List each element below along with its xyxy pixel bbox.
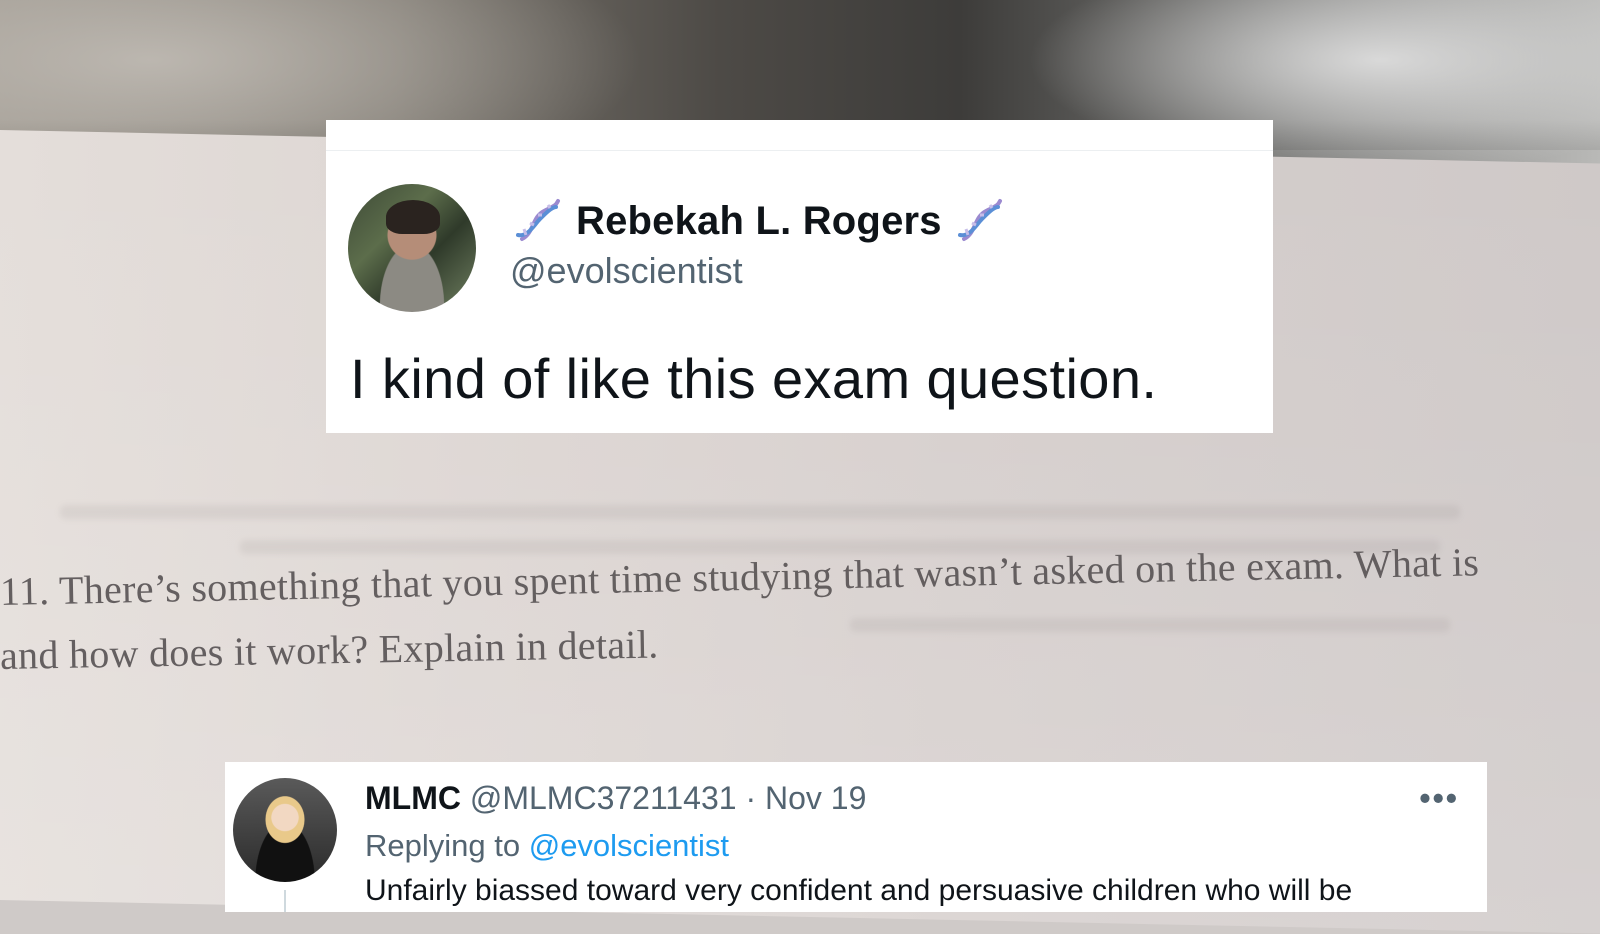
dna-icon — [957, 199, 1002, 241]
reply-author-handle[interactable]: @MLMC37211431 — [470, 780, 737, 816]
faint-bleed-through-text — [60, 505, 1460, 519]
replying-prefix: Replying to — [365, 828, 521, 863]
reply-author-name[interactable]: MLMC — [365, 780, 461, 816]
meta-separator: · — [745, 780, 757, 816]
reply-header: MLMC @MLMC37211431 · Nov 19 — [365, 780, 866, 817]
card-divider — [326, 150, 1273, 151]
more-options-icon[interactable]: ••• — [1419, 780, 1459, 817]
tweet-card: Rebekah L. Rogers @evolscientist I kind … — [326, 120, 1273, 433]
author-name-row: Rebekah L. Rogers — [512, 192, 1006, 250]
thread-line — [284, 890, 286, 912]
replying-to: Replying to @evolscientist — [365, 828, 729, 864]
reply-date[interactable]: Nov 19 — [765, 780, 866, 816]
replying-handle-link[interactable]: @evolscientist — [529, 828, 729, 863]
avatar[interactable] — [233, 778, 337, 882]
dna-icon — [516, 199, 560, 241]
reply-text: Unfairly biassed toward very confident a… — [365, 874, 1353, 907]
author-handle[interactable]: @evolscientist — [510, 250, 743, 292]
tweet-text: I kind of like this exam question. — [350, 347, 1158, 410]
reply-card: MLMC @MLMC37211431 · Nov 19 ••• Replying… — [225, 762, 1487, 912]
avatar[interactable] — [348, 184, 476, 312]
author-name[interactable]: Rebekah L. Rogers — [576, 199, 942, 244]
